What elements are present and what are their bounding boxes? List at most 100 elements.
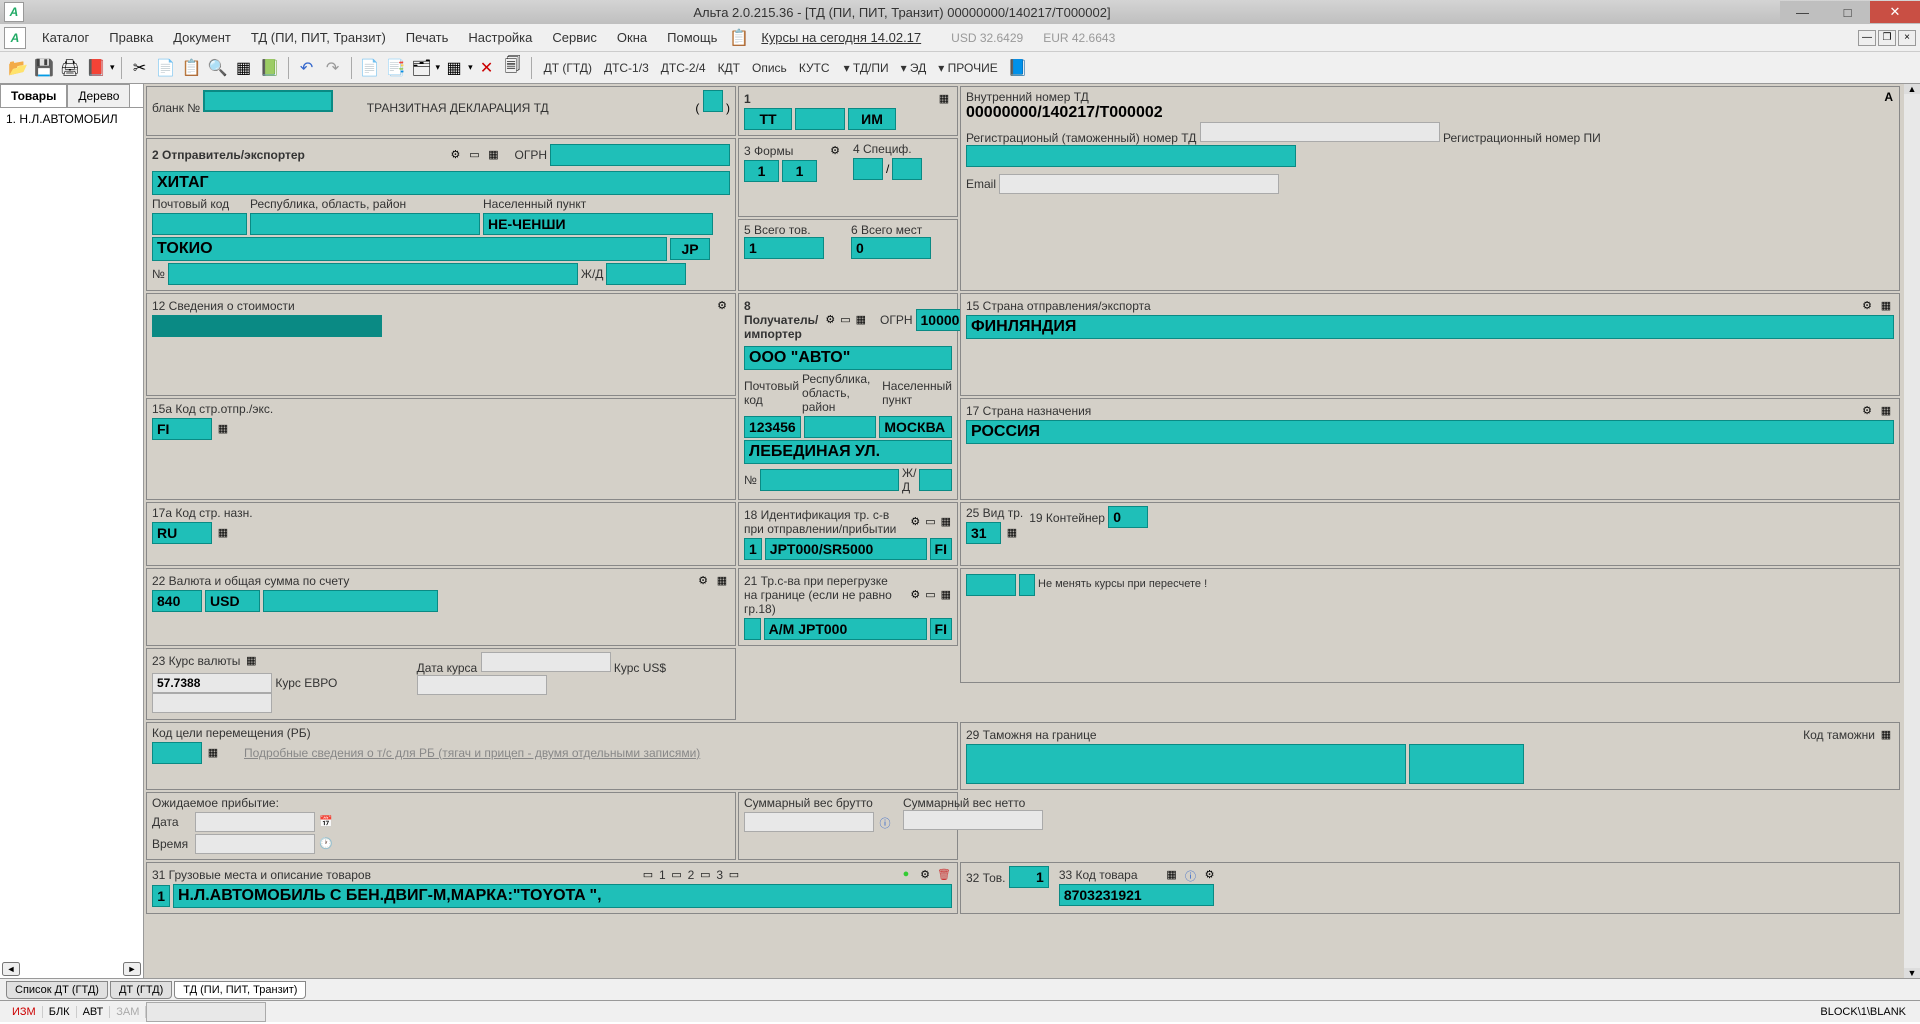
cost-input[interactable] bbox=[152, 315, 382, 337]
ok-icon[interactable]: ● bbox=[899, 868, 913, 882]
sender-region[interactable] bbox=[250, 213, 480, 235]
book-icon[interactable]: 📗 bbox=[258, 56, 282, 80]
tb-КУТС[interactable]: КУТС bbox=[793, 61, 836, 75]
tb-ЭД[interactable]: ▾ ЭД bbox=[895, 61, 933, 75]
menu-документ[interactable]: Документ bbox=[163, 30, 241, 45]
dest-code[interactable]: RU bbox=[152, 522, 212, 544]
scroll-right-icon[interactable]: ► bbox=[123, 962, 141, 976]
b18-2[interactable]: JPT000/SR5000 bbox=[765, 538, 927, 560]
gear-icon[interactable]: ⚙ bbox=[918, 868, 932, 882]
note-icon[interactable]: ▭ bbox=[925, 515, 935, 529]
spec-2[interactable] bbox=[892, 158, 922, 180]
calendar-icon[interactable]: 📕 bbox=[84, 56, 108, 80]
goods-list-item[interactable]: 1. Н.Л.АВТОМОБИЛ bbox=[2, 110, 141, 128]
flag-icon[interactable]: ▦ bbox=[856, 313, 866, 327]
docs-icon[interactable]: 🗐 bbox=[501, 56, 525, 80]
b23[interactable]: 57.7388 bbox=[152, 673, 272, 693]
forms-1[interactable]: 1 bbox=[744, 160, 779, 182]
b21-3[interactable]: FI bbox=[930, 618, 952, 640]
flag-icon[interactable]: ▦ bbox=[244, 654, 258, 668]
delete-icon[interactable]: ✕ bbox=[475, 56, 499, 80]
tb-Опись[interactable]: Опись bbox=[746, 61, 793, 75]
b18-3[interactable]: FI bbox=[930, 538, 952, 560]
b33[interactable]: 8703231921 bbox=[1059, 884, 1214, 906]
box1-mid[interactable] bbox=[795, 108, 845, 130]
flag-icon[interactable]: ▦ bbox=[715, 574, 729, 588]
note-icon[interactable]: ▭ bbox=[840, 313, 850, 327]
minimize-button[interactable]: — bbox=[1780, 1, 1825, 23]
new-doc-icon[interactable]: 📄 bbox=[358, 56, 382, 80]
menu-настройка[interactable]: Настройка bbox=[458, 30, 542, 45]
bottom-tab-list[interactable]: Список ДТ (ГТД) bbox=[6, 981, 108, 999]
note-icon[interactable]: ▭ bbox=[467, 148, 481, 162]
purpose-input[interactable] bbox=[152, 742, 202, 764]
b25[interactable]: 31 bbox=[966, 522, 1001, 544]
sender-ogrn[interactable] bbox=[550, 144, 730, 166]
flag-icon[interactable]: ▦ bbox=[486, 148, 500, 162]
flag-icon[interactable]: ▦ bbox=[941, 588, 951, 602]
gear-icon[interactable]: ⚙ bbox=[1860, 299, 1874, 313]
net-weight[interactable] bbox=[903, 810, 1043, 830]
arrival-time[interactable] bbox=[195, 834, 315, 854]
help-icon[interactable]: 📘 bbox=[1006, 56, 1030, 80]
sender-city-code[interactable]: ТОКИО bbox=[152, 237, 667, 261]
rec-postcode[interactable]: 123456 bbox=[744, 416, 801, 438]
arrival-date[interactable] bbox=[195, 812, 315, 832]
reg-pi-input[interactable] bbox=[966, 145, 1296, 167]
tb-ДТС-1/3[interactable]: ДТС-1/3 bbox=[598, 61, 655, 75]
gear-icon[interactable]: ⚙ bbox=[1203, 868, 1217, 882]
sender-name[interactable]: ХИТАГ bbox=[152, 171, 730, 195]
gross-weight[interactable] bbox=[744, 812, 874, 832]
sender-postcode[interactable] bbox=[152, 213, 247, 235]
forms-2[interactable]: 1 bbox=[782, 160, 817, 182]
reg-customs-input[interactable] bbox=[1200, 122, 1440, 142]
b21-2[interactable]: А/М JPT000 bbox=[764, 618, 927, 640]
flag-icon[interactable]: ▦ bbox=[1879, 728, 1893, 742]
menu-тд (пи, пит, транзит)[interactable]: ТД (ПИ, ПИТ, Транзит) bbox=[241, 30, 396, 45]
sidebar-tab-tree[interactable]: Дерево bbox=[67, 84, 130, 107]
info-icon[interactable]: ⓘ bbox=[1184, 868, 1198, 882]
note-icon[interactable]: ▭ bbox=[925, 588, 935, 602]
flag-icon[interactable]: ▦ bbox=[1005, 526, 1019, 540]
sender-zhd[interactable] bbox=[606, 263, 686, 285]
tb-ТД/ПИ[interactable]: ▾ ТД/ПИ bbox=[838, 61, 895, 75]
menu-каталог[interactable]: Каталог bbox=[32, 30, 99, 45]
box1-tt[interactable]: ТТ bbox=[744, 108, 792, 130]
tb-ДТ (ГТД)[interactable]: ДТ (ГТД) bbox=[538, 61, 598, 75]
open-icon[interactable]: 📂 bbox=[6, 56, 30, 80]
mdi-minimize[interactable]: — bbox=[1858, 30, 1876, 46]
scroll-left-icon[interactable]: ◄ bbox=[2, 962, 20, 976]
spec-1[interactable] bbox=[853, 158, 883, 180]
copy-icon[interactable]: 📄 bbox=[154, 56, 178, 80]
cut-icon[interactable]: ✂ bbox=[128, 56, 152, 80]
note-icon[interactable]: ▭ bbox=[698, 868, 712, 882]
note-icon[interactable]: ▭ bbox=[727, 868, 741, 882]
b29-name[interactable] bbox=[966, 744, 1406, 784]
gear-icon[interactable]: ⚙ bbox=[828, 144, 842, 158]
rec-zhd[interactable] bbox=[919, 469, 952, 491]
flag-icon[interactable]: ▦ bbox=[1879, 404, 1893, 418]
flag-icon[interactable]: ▦ bbox=[206, 746, 220, 760]
note-icon[interactable]: ▭ bbox=[641, 868, 655, 882]
b22-curr[interactable]: USD bbox=[205, 590, 260, 612]
gear-icon[interactable]: ⚙ bbox=[696, 574, 710, 588]
dispatch-code[interactable]: FI bbox=[152, 418, 212, 440]
rate-date[interactable] bbox=[481, 652, 611, 672]
b22-sum[interactable] bbox=[263, 590, 438, 612]
maximize-button[interactable]: □ bbox=[1825, 1, 1870, 23]
dispatch-country[interactable]: ФИНЛЯНДИЯ bbox=[966, 315, 1894, 339]
bottom-tab-dt[interactable]: ДТ (ГТД) bbox=[110, 981, 172, 999]
clock-icon[interactable]: 🕐 bbox=[319, 837, 333, 851]
recipient-name[interactable]: ООО "АВТО" bbox=[744, 346, 952, 370]
box1-im[interactable]: ИМ bbox=[848, 108, 896, 130]
gear-icon[interactable]: ⚙ bbox=[715, 299, 729, 313]
rec-street[interactable]: ЛЕБЕДИНАЯ УЛ. bbox=[744, 440, 952, 464]
flag-icon[interactable]: ▦ bbox=[1165, 868, 1179, 882]
gear-icon[interactable]: ⚙ bbox=[910, 515, 920, 529]
bottom-tab-td[interactable]: ТД (ПИ, ПИТ, Транзит) bbox=[174, 981, 306, 999]
sender-num[interactable] bbox=[168, 263, 578, 285]
mdi-close[interactable]: × bbox=[1898, 30, 1916, 46]
print-icon[interactable]: 🖨 bbox=[58, 56, 82, 80]
b19[interactable]: 0 bbox=[1108, 506, 1148, 528]
grid-icon[interactable]: ▦ bbox=[232, 56, 256, 80]
